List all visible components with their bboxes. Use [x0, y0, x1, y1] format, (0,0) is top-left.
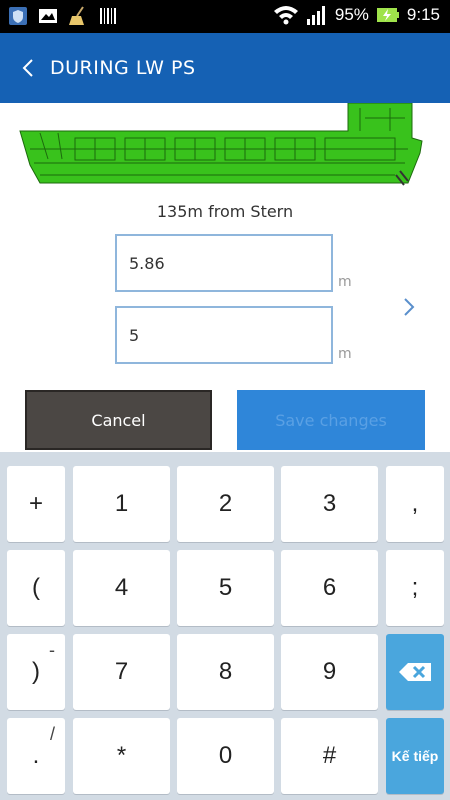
key-4[interactable]: 4	[73, 550, 170, 626]
ship-hull	[19, 103, 423, 184]
mail-icon	[39, 9, 57, 23]
key-comma[interactable]: ,	[386, 466, 444, 542]
chevron-left-icon[interactable]	[14, 53, 42, 83]
key-9[interactable]: 9	[281, 634, 378, 710]
key-alt-char: /	[49, 724, 55, 744]
key-close-paren[interactable]: ) -	[7, 634, 65, 710]
save-changes-button[interactable]: Save changes	[237, 390, 425, 450]
key-7[interactable]: 7	[73, 634, 170, 710]
numeric-keyboard: + 1 2 3 , ( 4 5 6 ; ) - 7 8 9 . / * 0 # …	[0, 452, 450, 800]
key-hash[interactable]: #	[281, 718, 378, 794]
cancel-button[interactable]: Cancel	[25, 390, 212, 450]
ship-illustration	[19, 103, 423, 186]
key-6[interactable]: 6	[281, 550, 378, 626]
chevron-right-icon[interactable]	[400, 296, 418, 318]
key-3[interactable]: 3	[281, 466, 378, 542]
next-key-label: Kế tiếp	[391, 748, 439, 764]
key-main-char: )	[32, 658, 40, 685]
app-bar: DURING LW PS	[0, 33, 450, 103]
key-main-char: .	[32, 742, 40, 769]
signal-icon	[306, 6, 325, 25]
page-title: DURING LW PS	[50, 57, 196, 79]
key-2[interactable]: 2	[177, 466, 274, 542]
key-asterisk[interactable]: *	[73, 718, 170, 794]
key-5[interactable]: 5	[177, 550, 274, 626]
key-period[interactable]: . /	[7, 718, 65, 794]
key-1[interactable]: 1	[73, 466, 170, 542]
key-open-paren[interactable]: (	[7, 550, 65, 626]
next-key[interactable]: Kế tiếp	[386, 718, 444, 794]
barcode-icon	[100, 8, 116, 24]
delete-key[interactable]	[386, 634, 444, 710]
draft-field-1[interactable]: 5.86	[115, 234, 333, 292]
key-alt-char: -	[49, 640, 55, 660]
position-label: 135m from Stern	[156, 202, 294, 221]
key-8[interactable]: 8	[177, 634, 274, 710]
status-bar: 95% 9:15	[0, 0, 450, 33]
battery-percent: 95%	[334, 5, 369, 24]
unit-label: m	[338, 346, 352, 362]
broom-icon	[69, 6, 84, 25]
key-plus[interactable]: +	[7, 466, 65, 542]
clock: 9:15	[406, 5, 440, 24]
key-0[interactable]: 0	[177, 718, 274, 794]
shield-app-icon	[9, 7, 27, 25]
unit-label: m	[338, 274, 352, 290]
wifi-icon	[273, 6, 298, 25]
backspace-icon	[399, 663, 431, 681]
key-semicolon[interactable]: ;	[386, 550, 444, 626]
draft-field-2[interactable]: 5	[115, 306, 333, 364]
battery-charging-icon	[376, 8, 399, 22]
